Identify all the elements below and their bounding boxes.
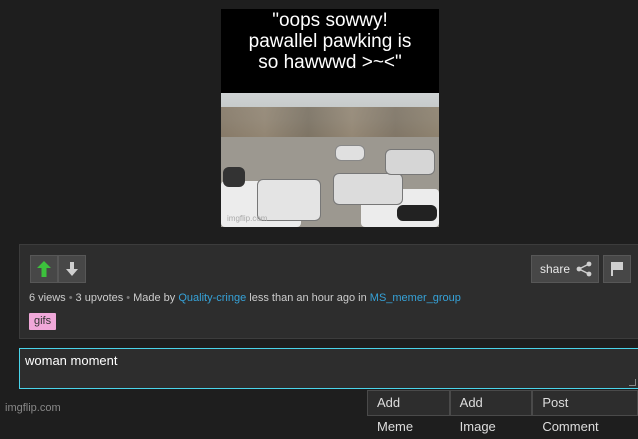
- post-stats: 6 views • 3 upvotes • Made by Quality-cringe…: [29, 292, 461, 304]
- up-arrow-icon: [37, 261, 51, 277]
- share-icon: [576, 261, 592, 277]
- meme-image: "oops sowwy! pawallel pawking is so haww…: [221, 9, 439, 227]
- tag-badge[interactable]: gifs: [29, 313, 57, 330]
- view-count: 6 views: [29, 292, 66, 304]
- photo-car: [385, 149, 435, 175]
- upvote-button[interactable]: [30, 255, 58, 283]
- group-link[interactable]: MS_memer_group: [370, 292, 461, 304]
- flag-button[interactable]: [603, 255, 631, 283]
- comment-actions: Add Meme Add Image Post Comment: [367, 390, 638, 434]
- add-meme-button[interactable]: Add Meme: [367, 390, 450, 434]
- post-info-panel: share 6 views • 3 upvotes • Made by Quality-…: [19, 244, 638, 339]
- photo-trees: [221, 107, 439, 141]
- photo-car: [335, 145, 365, 161]
- photo-car: [223, 167, 245, 187]
- post-time: less than an hour ago in: [249, 292, 367, 304]
- comment-text: woman moment: [25, 353, 118, 368]
- meme-caption: "oops sowwy! pawallel pawking is so haww…: [221, 9, 439, 94]
- author-link[interactable]: Quality-cringe: [178, 292, 246, 304]
- flag-icon: [611, 262, 623, 276]
- photo-car: [397, 205, 437, 221]
- post-comment-button[interactable]: Post Comment: [532, 390, 638, 434]
- comment-input[interactable]: woman moment: [19, 348, 638, 389]
- share-label: share: [540, 262, 571, 276]
- meme-watermark: imgflip.com: [227, 214, 268, 223]
- upvote-count: 3 upvotes: [75, 292, 124, 304]
- made-by-label: Made by: [133, 292, 176, 304]
- separator-dot: •: [68, 292, 73, 304]
- separator-dot: •: [126, 292, 131, 304]
- resize-handle[interactable]: [629, 379, 636, 386]
- add-image-button[interactable]: Add Image: [449, 390, 533, 434]
- share-button[interactable]: share: [531, 255, 599, 283]
- meme-photo: imgflip.com: [221, 93, 439, 227]
- downvote-button[interactable]: [58, 255, 86, 283]
- photo-car: [333, 173, 403, 205]
- down-arrow-icon: [66, 262, 78, 276]
- site-watermark: imgflip.com: [5, 402, 61, 414]
